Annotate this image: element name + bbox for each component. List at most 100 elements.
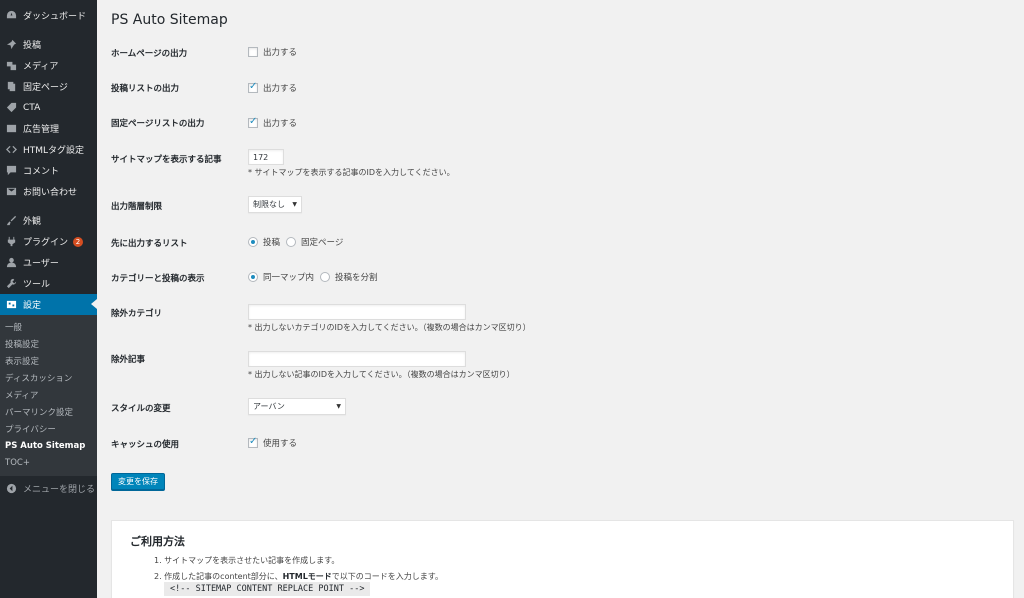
page-title: PS Auto Sitemap [111, 12, 228, 28]
usage-step-2-prefix: 2. 作成した記事のcontent部分に、 [154, 572, 283, 581]
sidebar-item-users[interactable]: ユーザー [0, 252, 97, 273]
save-changes-button[interactable]: 変更を保存 [111, 473, 165, 490]
exclude-category-input[interactable] [248, 304, 466, 320]
sidebar-item-label: 外観 [23, 217, 42, 227]
cache-use-field[interactable]: 使用する [248, 436, 298, 449]
user-icon [5, 257, 17, 269]
sidebar-item-label: お問い合わせ [23, 188, 78, 198]
dropdown-arrow-icon: ▼ [292, 201, 297, 208]
category-post-display-label: カテゴリーと投稿の表示 [111, 274, 205, 284]
settings-main: PS Auto Sitemap ホームページの出力 出力する 投稿リストの出力 … [97, 0, 1024, 598]
depth-limit-selected: 制限なし [253, 200, 285, 209]
sidebar-item-label: CTA [23, 102, 41, 113]
cache-use-checkbox[interactable] [248, 436, 258, 448]
submenu-item-privacy[interactable]: プライバシー [0, 420, 97, 437]
page-list-output-field[interactable]: 出力する [248, 116, 298, 129]
display-radio-split-posts[interactable] [320, 272, 331, 282]
submenu-item-discussion[interactable]: ディスカッション [0, 369, 97, 386]
sidebar-item-cta[interactable]: CTA [0, 97, 97, 118]
collapse-arrow-icon [5, 483, 17, 495]
sidebar-item-label: ダッシュボード [23, 12, 87, 22]
sidebar-item-label: コメント [23, 167, 60, 177]
mail-icon [5, 186, 17, 198]
sitemap-post-label: サイトマップを表示する記事 [111, 155, 222, 165]
sidebar-item-label: 投稿 [23, 41, 42, 51]
sidebar-item-label: 設定 [23, 301, 42, 311]
first-list-radio-pages[interactable] [286, 237, 297, 247]
post-list-output-checkbox-label: 出力する [263, 84, 298, 94]
collapse-menu-label: メニューを閉じる [23, 485, 96, 495]
exclude-category-field [248, 304, 466, 320]
submenu-item-reading[interactable]: 表示設定 [0, 352, 97, 369]
display-radio-same-map[interactable] [248, 272, 258, 282]
exclude-post-input[interactable] [248, 351, 466, 367]
sidebar-item-html-tags[interactable]: HTMLタグ設定 [0, 139, 97, 160]
style-change-label: スタイルの変更 [111, 404, 171, 414]
depth-limit-label: 出力階層制限 [111, 202, 163, 212]
style-change-selected: アーバン [253, 402, 285, 411]
post-list-output-checkbox[interactable] [248, 81, 258, 93]
sidebar-item-posts[interactable]: 投稿 [0, 34, 97, 55]
sidebar-item-label: メディア [23, 62, 59, 72]
sidebar-item-appearance[interactable]: 外観 [0, 210, 97, 231]
sidebar-item-settings[interactable]: 設定 [0, 294, 97, 315]
page-list-output-checkbox-label: 出力する [263, 119, 298, 129]
dropdown-arrow-icon: ▼ [336, 403, 341, 410]
exclude-category-label: 除外カテゴリ [111, 309, 163, 319]
pin-icon [5, 39, 17, 51]
sidebar-item-label: 固定ページ [23, 83, 68, 93]
cache-use-label: キャッシュの使用 [111, 440, 180, 450]
submenu-item-ps-auto-sitemap[interactable]: PS Auto Sitemap [0, 437, 97, 454]
sidebar-item-label: プラグイン [23, 238, 69, 248]
first-list-field: 投稿 固定ページ [248, 236, 349, 248]
post-list-output-field[interactable]: 出力する [248, 81, 298, 94]
sidebar-item-tools[interactable]: ツール [0, 273, 97, 294]
page-icon [5, 81, 17, 93]
sitemap-post-id-input[interactable]: 172 [248, 149, 284, 165]
usage-step-2: 2. 作成した記事のcontent部分に、HTMLモードで以下のコードを入力しま… [154, 571, 443, 582]
depth-limit-select[interactable]: 制限なし ▼ [248, 196, 302, 213]
submenu-item-permalinks[interactable]: パーマリンク設定 [0, 403, 97, 420]
sidebar-item-contact[interactable]: お問い合わせ [0, 181, 97, 202]
sidebar-item-label: HTMLタグ設定 [23, 146, 85, 156]
first-list-label: 先に出力するリスト [111, 239, 188, 249]
first-list-radio-pages-label: 固定ページ [301, 238, 344, 248]
submenu-item-media[interactable]: メディア [0, 386, 97, 403]
settings-icon [5, 299, 17, 311]
home-output-checkbox-label: 出力する [263, 48, 298, 58]
sidebar-item-comments[interactable]: コメント [0, 160, 97, 181]
page-list-output-checkbox[interactable] [248, 116, 258, 128]
submenu-item-toc[interactable]: TOC+ [0, 454, 97, 471]
dashboard-icon [5, 10, 17, 22]
display-radio-same-map-label: 同一マップ内 [263, 273, 315, 283]
cache-use-checkbox-label: 使用する [263, 439, 298, 449]
sidebar-item-pages[interactable]: 固定ページ [0, 76, 97, 97]
post-list-output-label: 投稿リストの出力 [111, 84, 180, 94]
sidebar-item-plugins[interactable]: プラグイン 2 [0, 231, 97, 252]
sidebar-item-media[interactable]: メディア [0, 55, 97, 76]
comment-icon [5, 165, 17, 177]
sidebar-item-ads[interactable]: 広告管理 [0, 118, 97, 139]
submenu-item-writing[interactable]: 投稿設定 [0, 335, 97, 352]
sidebar-item-label: ツール [23, 280, 51, 290]
first-list-radio-posts[interactable] [248, 237, 258, 247]
sitemap-post-description: * サイトマップを表示する記事のIDを入力してください。 [248, 168, 455, 177]
code-icon [5, 144, 17, 156]
style-change-select[interactable]: アーバン ▼ [248, 398, 346, 415]
home-output-checkbox[interactable] [248, 47, 258, 57]
exclude-post-field [248, 351, 466, 367]
style-change-field: アーバン ▼ [248, 398, 346, 415]
tag-icon [5, 102, 17, 114]
usage-title: ご利用方法 [130, 535, 185, 548]
sidebar-item-dashboard[interactable]: ダッシュボード [0, 5, 97, 26]
display-radio-split-posts-label: 投稿を分割 [335, 273, 378, 283]
collapse-menu-button[interactable]: メニューを閉じる [0, 478, 97, 499]
ad-icon [5, 123, 17, 135]
home-output-field[interactable]: 出力する [248, 46, 297, 58]
home-output-label: ホームページの出力 [111, 49, 188, 59]
exclude-category-description: * 出力しないカテゴリのIDを入力してください。（複数の場合はカンマ区切り） [248, 323, 531, 332]
settings-submenu: 一般 投稿設定 表示設定 ディスカッション メディア パーマリンク設定 プライバ… [0, 315, 97, 476]
sitemap-post-field: 172 [248, 149, 284, 165]
submenu-item-general[interactable]: 一般 [0, 318, 97, 335]
admin-sidebar: ダッシュボード 投稿 メディア 固定ページ CTA 広告管理 HTMLタグ設定 … [0, 0, 97, 598]
